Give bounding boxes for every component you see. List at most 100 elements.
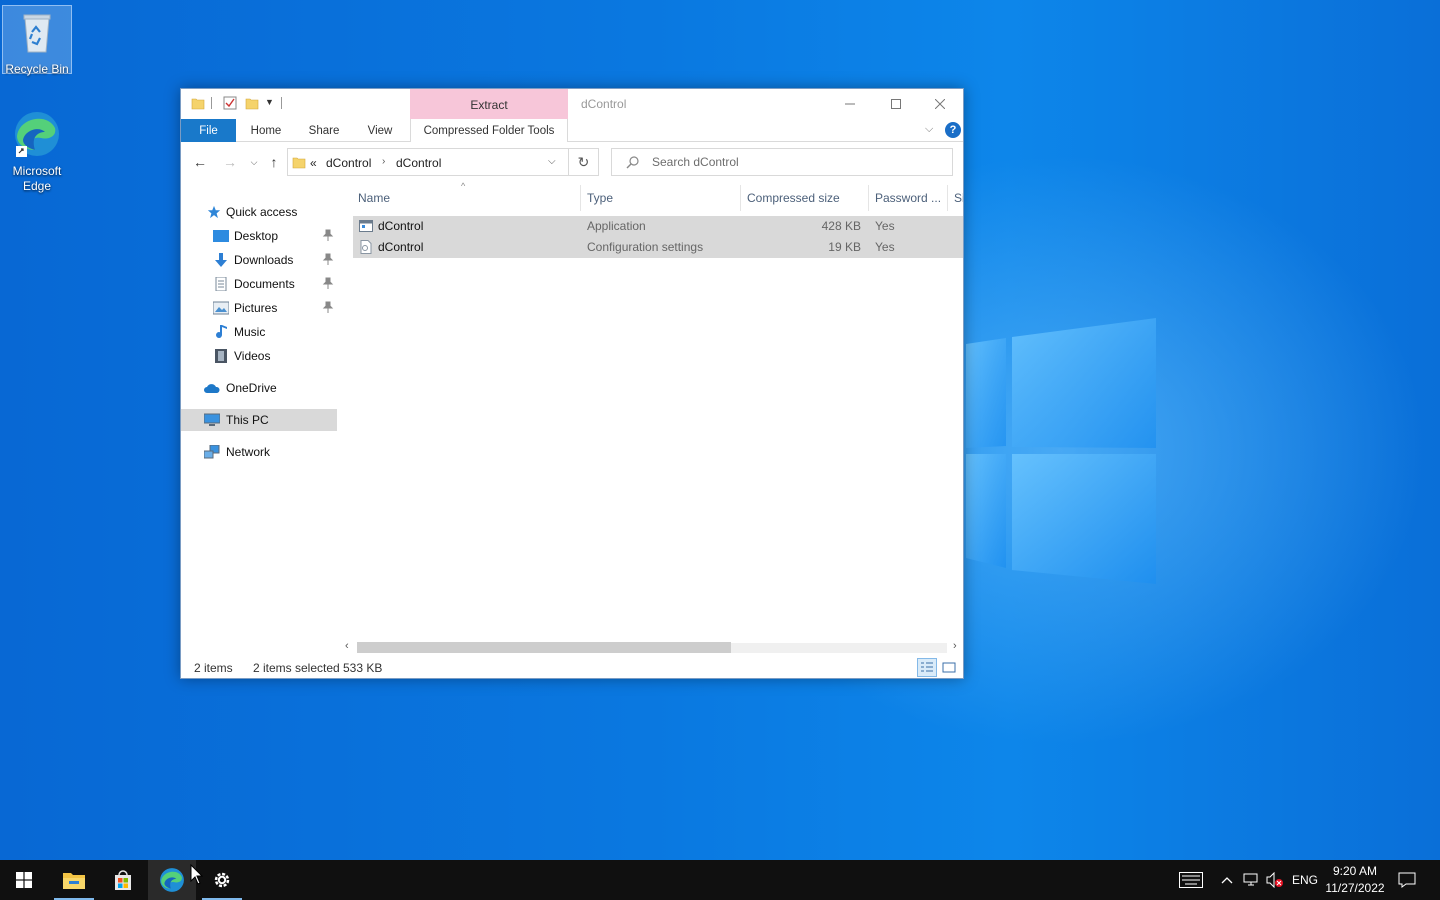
taskbar-file-explorer[interactable] bbox=[50, 860, 98, 900]
nav-item-downloads[interactable]: Downloads bbox=[181, 249, 337, 271]
nav-item-quick-access[interactable]: Quick access bbox=[181, 201, 337, 223]
search-icon bbox=[626, 156, 639, 169]
navigation-pane: Quick access Desktop Downloads Documents bbox=[181, 189, 341, 641]
table-row[interactable]: dControl Application 428 KB Yes bbox=[353, 216, 963, 237]
taskbar-edge[interactable] bbox=[148, 860, 196, 900]
breadcrumb-separator-icon[interactable]: › bbox=[382, 156, 385, 167]
column-header-compressed-size[interactable]: Compressed size bbox=[747, 191, 840, 205]
tab-home[interactable]: Home bbox=[243, 119, 289, 142]
pin-icon[interactable] bbox=[322, 253, 334, 265]
tab-view[interactable]: View bbox=[359, 119, 401, 142]
nav-item-pictures[interactable]: Pictures bbox=[181, 297, 337, 319]
expand-ribbon-icon[interactable]: ⌵ bbox=[925, 123, 933, 136]
column-headers: ^ Name Type Compressed size Password ...… bbox=[353, 181, 963, 213]
volume-muted-icon[interactable] bbox=[1265, 870, 1285, 890]
column-header-type[interactable]: Type bbox=[587, 191, 613, 205]
language-indicator[interactable]: ENG bbox=[1290, 870, 1320, 890]
desktop-icon-microsoft-edge[interactable]: Microsoft Edge bbox=[2, 108, 72, 193]
column-header-password[interactable]: Password ... bbox=[875, 191, 941, 205]
details-view-button[interactable] bbox=[917, 658, 937, 677]
scroll-right-icon[interactable]: › bbox=[953, 640, 957, 652]
search-box[interactable] bbox=[611, 148, 953, 176]
qat-customize-icon[interactable]: ▼ bbox=[265, 97, 274, 107]
recent-locations-button[interactable]: ⌵ bbox=[245, 153, 263, 171]
clock[interactable]: 9:20 AM 11/27/2022 bbox=[1322, 863, 1388, 897]
tab-compressed-folder-tools[interactable]: Compressed Folder Tools bbox=[410, 119, 568, 142]
column-divider[interactable] bbox=[947, 185, 948, 211]
documents-icon bbox=[215, 277, 227, 291]
file-password: Yes bbox=[875, 219, 895, 233]
nav-label: Documents bbox=[234, 277, 295, 291]
breadcrumb-overflow[interactable]: « bbox=[310, 156, 317, 170]
nav-item-onedrive[interactable]: OneDrive bbox=[181, 377, 337, 399]
file-compressed-size: 19 KB bbox=[828, 240, 861, 254]
nav-label: This PC bbox=[226, 413, 269, 427]
star-icon bbox=[207, 205, 221, 219]
pin-icon[interactable] bbox=[322, 277, 334, 289]
nav-item-videos[interactable]: Videos bbox=[181, 345, 337, 367]
forward-button[interactable]: → bbox=[221, 153, 239, 171]
file-name: dControl bbox=[378, 219, 424, 233]
breadcrumb-item[interactable]: dControl bbox=[396, 156, 441, 170]
speaker-muted-icon bbox=[1266, 872, 1283, 888]
help-icon[interactable]: ? bbox=[945, 122, 961, 138]
input-method-icon[interactable] bbox=[1179, 870, 1203, 890]
nav-item-documents[interactable]: Documents bbox=[181, 273, 337, 295]
file-explorer-window: ▼ Extract dControl File Home Share View … bbox=[180, 88, 964, 679]
file-password: Yes bbox=[875, 240, 895, 254]
nav-item-this-pc[interactable]: This PC bbox=[181, 409, 337, 431]
column-header-name[interactable]: Name bbox=[358, 191, 390, 205]
table-row[interactable]: dControl Configuration settings 19 KB Ye… bbox=[353, 237, 963, 258]
maximize-icon bbox=[891, 99, 901, 109]
show-hidden-icons-button[interactable] bbox=[1219, 870, 1235, 890]
notification-icon bbox=[1398, 872, 1416, 888]
column-divider[interactable] bbox=[740, 185, 741, 211]
nav-label: Videos bbox=[234, 349, 271, 363]
maximize-button[interactable] bbox=[873, 89, 919, 119]
nav-item-music[interactable]: Music bbox=[181, 321, 337, 343]
windows-logo-wallpaper bbox=[966, 318, 1156, 584]
pictures-icon bbox=[213, 301, 229, 315]
taskbar: ENG 9:20 AM 11/27/2022 bbox=[0, 860, 1440, 900]
chevron-up-icon bbox=[1221, 877, 1233, 884]
window-title: dControl bbox=[581, 97, 627, 111]
settings-icon bbox=[214, 872, 230, 888]
tab-share[interactable]: Share bbox=[301, 119, 347, 142]
nav-item-desktop[interactable]: Desktop bbox=[181, 225, 337, 247]
properties-icon[interactable] bbox=[223, 96, 237, 110]
file-type: Application bbox=[587, 219, 646, 233]
horizontal-scrollbar[interactable]: ‹ › bbox=[341, 639, 963, 656]
title-bar[interactable]: ▼ Extract dControl bbox=[181, 89, 963, 119]
scroll-thumb[interactable] bbox=[357, 642, 731, 653]
taskbar-settings[interactable] bbox=[198, 860, 246, 900]
large-icons-view-button[interactable] bbox=[939, 658, 959, 677]
notification-center-button[interactable] bbox=[1396, 870, 1418, 890]
address-bar[interactable]: « dControl › dControl ⌵ bbox=[287, 148, 569, 176]
tab-file[interactable]: File bbox=[181, 119, 236, 142]
pin-icon[interactable] bbox=[322, 229, 334, 241]
nav-item-network[interactable]: Network bbox=[181, 441, 337, 463]
start-button[interactable] bbox=[0, 860, 48, 900]
network-status-icon[interactable] bbox=[1241, 870, 1261, 890]
ribbon-tabs: File Home Share View Compressed Folder T… bbox=[181, 119, 963, 142]
close-button[interactable] bbox=[917, 89, 963, 119]
search-input[interactable] bbox=[652, 154, 942, 170]
desktop-icon-recycle-bin[interactable]: Recycle Bin bbox=[2, 5, 72, 76]
taskbar-store[interactable] bbox=[99, 860, 147, 900]
nav-label: OneDrive bbox=[226, 381, 277, 395]
pin-icon[interactable] bbox=[322, 301, 334, 313]
column-divider[interactable] bbox=[580, 185, 581, 211]
address-dropdown-icon[interactable]: ⌵ bbox=[548, 156, 556, 167]
breadcrumb-item[interactable]: dControl bbox=[326, 156, 371, 170]
up-button[interactable]: ↑ bbox=[265, 153, 283, 171]
scroll-left-icon[interactable]: ‹ bbox=[345, 640, 349, 652]
column-divider[interactable] bbox=[868, 185, 869, 211]
column-header-size[interactable]: Si bbox=[954, 191, 963, 205]
new-folder-icon[interactable] bbox=[245, 96, 259, 110]
qat-separator bbox=[281, 97, 282, 109]
refresh-button[interactable]: ↻ bbox=[569, 148, 599, 176]
edge-icon bbox=[15, 112, 59, 157]
file-list: ^ Name Type Compressed size Password ...… bbox=[353, 181, 963, 641]
minimize-button[interactable] bbox=[827, 89, 873, 119]
back-button[interactable]: ← bbox=[191, 153, 209, 171]
